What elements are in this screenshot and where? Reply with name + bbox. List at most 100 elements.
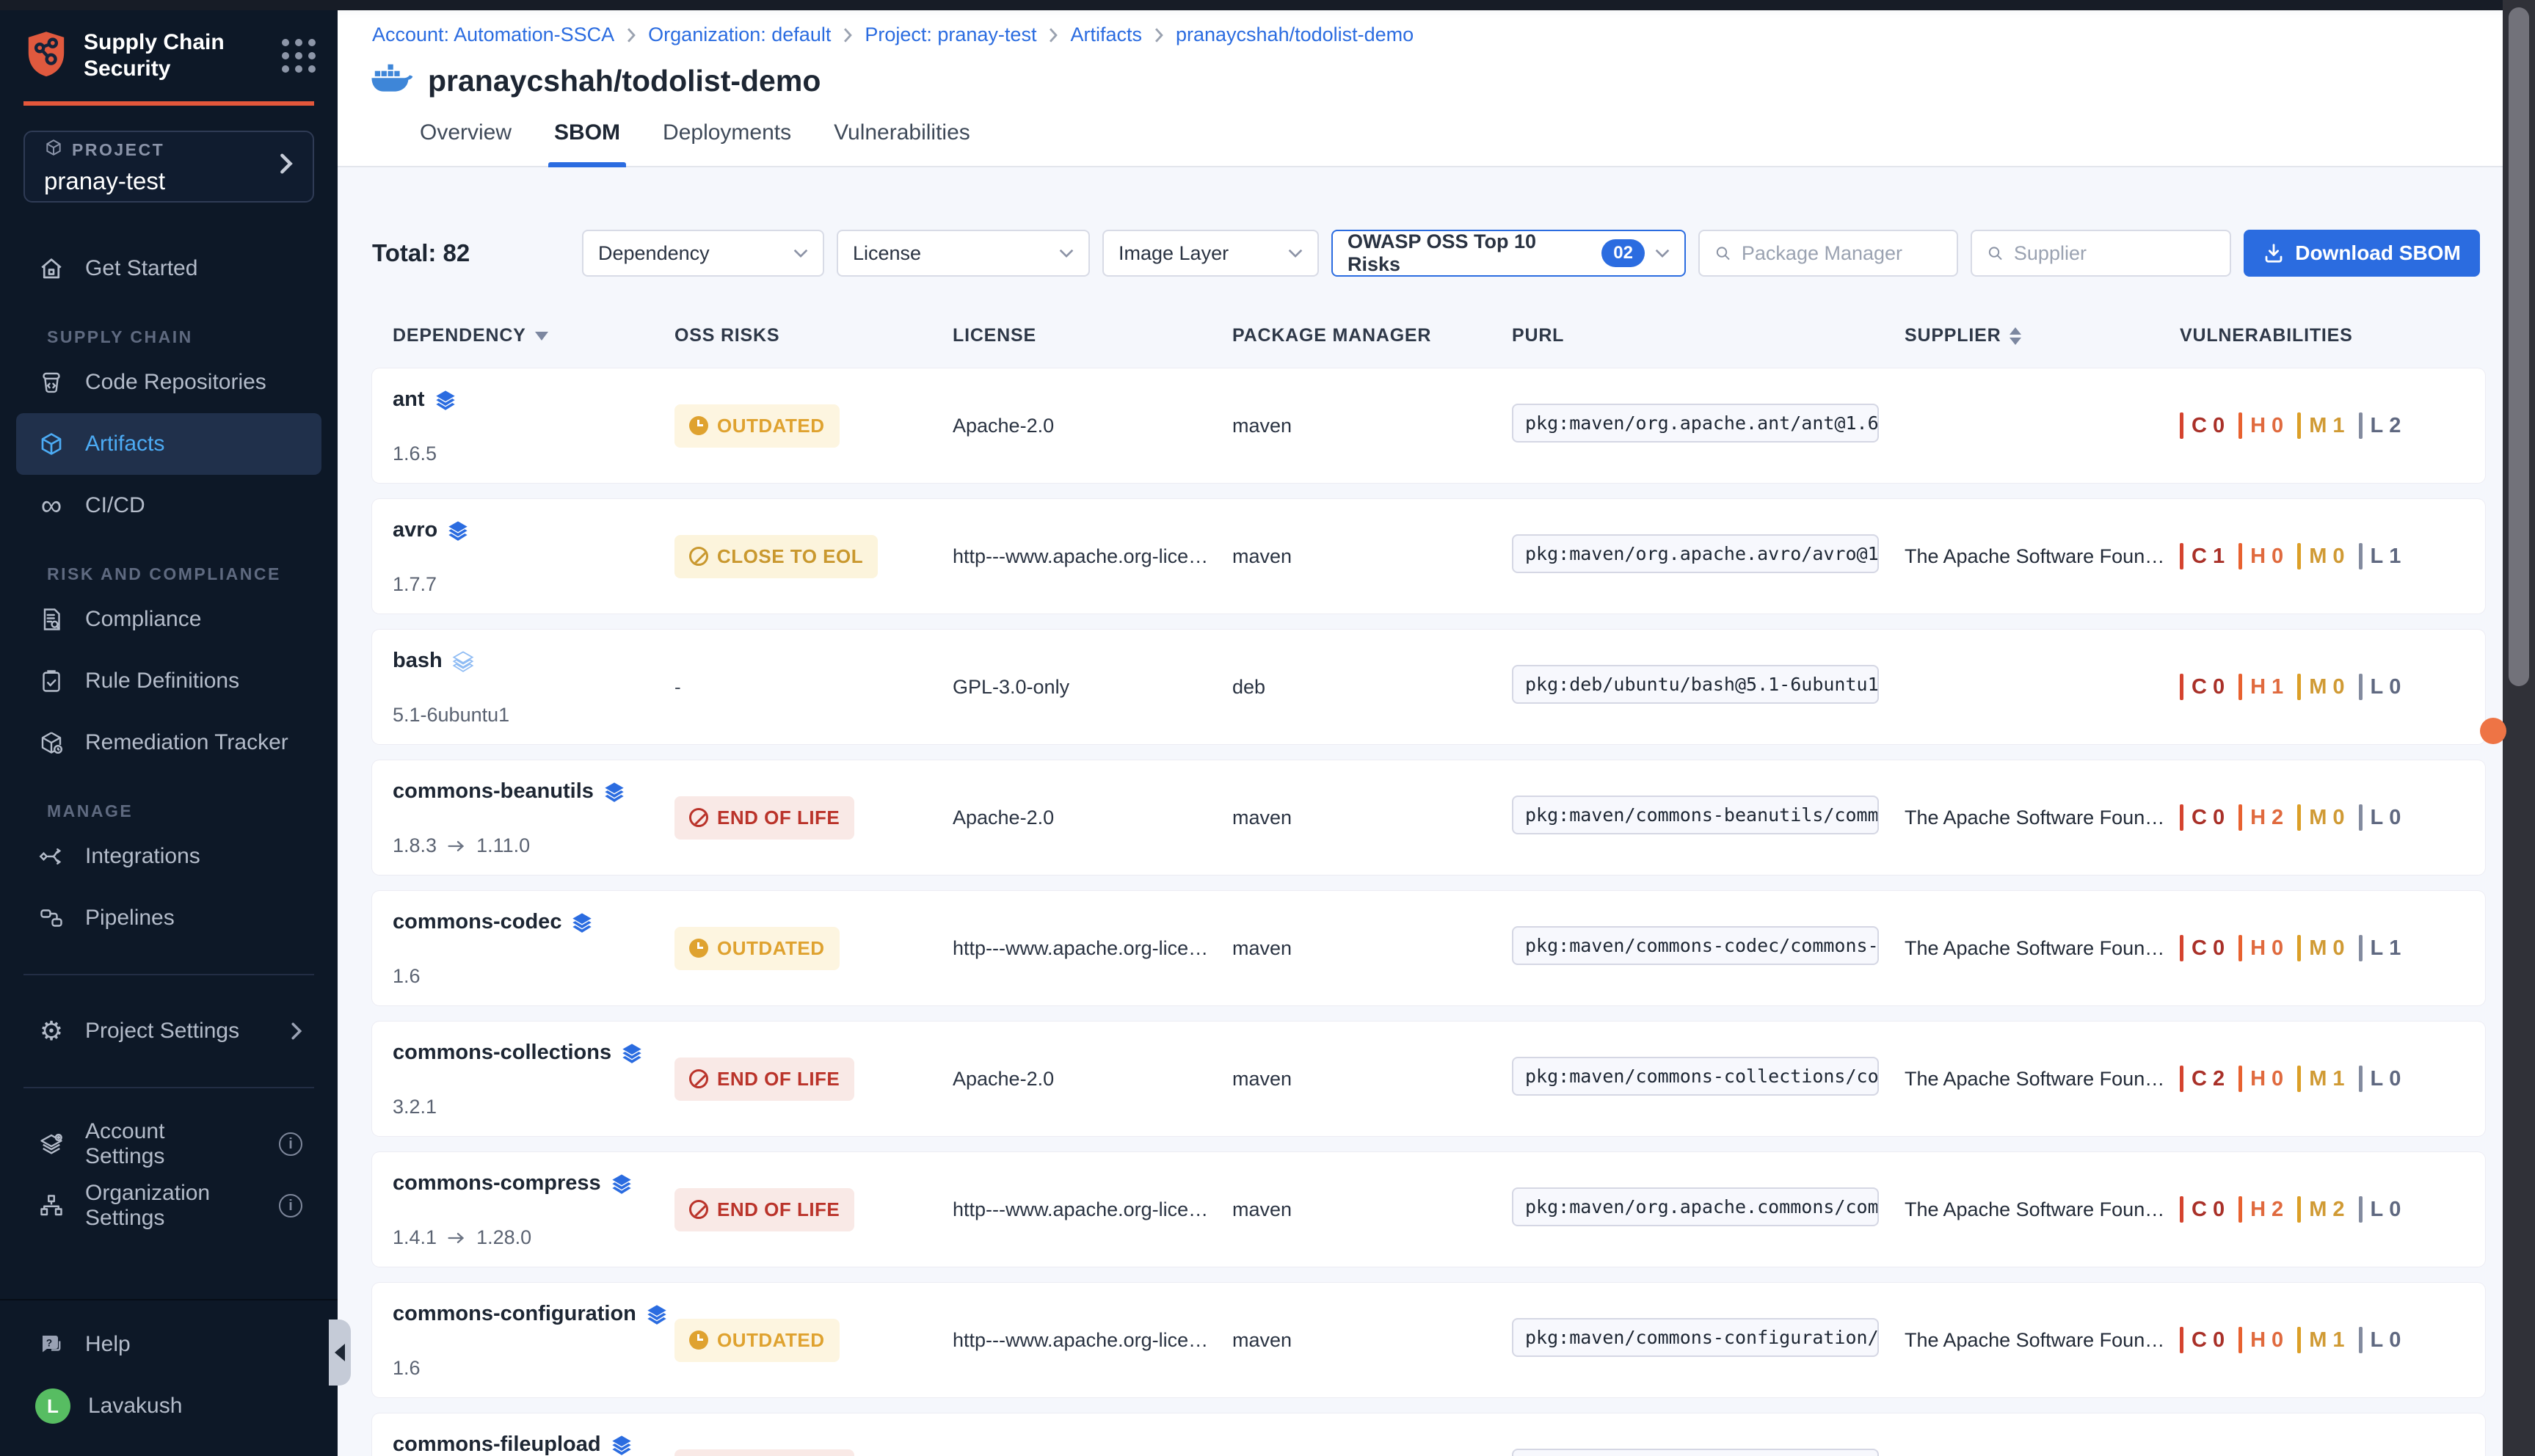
sidebar-item-remediation-tracker[interactable]: Remediation Tracker <box>16 712 321 774</box>
severity-high: H0 <box>2238 1066 2284 1092</box>
purl-chip[interactable]: pkg:maven/commons-collections/co… <box>1512 1057 1879 1096</box>
dependency-name: commons-collections <box>393 1041 611 1065</box>
dependency-version: 1.6.5 <box>393 443 437 465</box>
tab-sbom[interactable]: SBOM <box>554 116 620 166</box>
severity-medium: M0 <box>2297 674 2345 700</box>
sidebar-item-help[interactable]: ? Help <box>16 1314 321 1375</box>
severity-critical: C0 <box>2180 804 2225 831</box>
purl-cell: pkg:maven/commons-collections/co… <box>1512 1057 1905 1101</box>
sidebar-item-compliance[interactable]: Compliance <box>16 589 321 650</box>
sidebar-item-label: Integrations <box>85 844 200 869</box>
version-current: 1.6 <box>393 1357 421 1380</box>
annotation-marker-dot[interactable] <box>2480 718 2506 744</box>
breadcrumb-account[interactable]: Account: Automation-SSCA <box>372 23 614 46</box>
package-manager-input[interactable] <box>1742 242 1942 265</box>
sidebar-item-code-repositories[interactable]: Code Repositories <box>16 352 321 413</box>
dependency-version: 1.6 <box>393 965 421 988</box>
help-chat-icon: ? <box>35 1331 68 1358</box>
sidebar-item-account-settings[interactable]: Account Settings <box>16 1113 321 1175</box>
supplier-search[interactable] <box>1971 230 2231 277</box>
chevron-right-icon <box>291 1022 302 1041</box>
purl-chip[interactable]: pkg:maven/org.apache.ant/ant@1.6… <box>1512 404 1879 443</box>
purl-chip[interactable]: pkg:maven/commons-beanutils/comm… <box>1512 796 1879 834</box>
purl-chip[interactable]: pkg:maven/org.apache.commons/com… <box>1512 1187 1879 1226</box>
license-cell: GPL-3.0-only <box>953 676 1232 699</box>
table-row[interactable]: ant 1.6.5 O <box>372 368 2485 483</box>
breadcrumb-organization[interactable]: Organization: default <box>648 23 831 46</box>
severity-critical: C0 <box>2180 412 2225 439</box>
breadcrumb-project[interactable]: Project: pranay-test <box>865 23 1036 46</box>
dependency-version: 3.2.1 <box>393 1096 437 1118</box>
purl-chip[interactable]: pkg:deb/ubuntu/bash@5.1-6ubuntu1 <box>1512 665 1879 704</box>
dependency-name: commons-configuration <box>393 1302 636 1326</box>
purl-chip[interactable]: pkg:maven/commons-codec/commons-… <box>1512 926 1879 965</box>
dependency-filter-dropdown[interactable]: Dependency <box>582 230 824 277</box>
column-dependency[interactable]: DEPENDENCY <box>393 325 674 346</box>
license-filter-dropdown[interactable]: License <box>837 230 1090 277</box>
column-label: OSS RISKS <box>674 325 779 346</box>
tab-vulnerabilities[interactable]: Vulnerabilities <box>834 116 970 166</box>
table-row[interactable]: commons-beanutils 1.8.3 1.11.0 <box>372 760 2485 875</box>
severity-low: L0 <box>2359 804 2402 831</box>
scrollbar-track[interactable] <box>2503 0 2535 1456</box>
sidebar-item-cicd[interactable]: ∞ CI/CD <box>16 475 321 536</box>
sidebar-item-get-started[interactable]: Get Started <box>16 238 321 299</box>
purl-cell: pkg:maven/commons-beanutils/comm… <box>1512 796 1905 840</box>
purl-chip[interactable]: pkg:maven/org.apache.avro/avro@1… <box>1512 534 1879 573</box>
document-search-icon <box>35 606 68 633</box>
scrollbar-thumb[interactable] <box>2509 7 2529 686</box>
severity-high: H0 <box>2238 543 2284 569</box>
app-switcher-icon[interactable] <box>282 39 316 73</box>
project-selector[interactable]: PROJECT pranay-test <box>23 131 314 203</box>
purl-chip[interactable]: pkg:maven/commons-configuration/… <box>1512 1318 1879 1357</box>
table-row[interactable]: commons-codec 1.6 <box>372 891 2485 1005</box>
purl-chip[interactable]: pkg:maven/commons-fileupload/comm… <box>1512 1449 1879 1456</box>
oss-risk-badge: END OF LIFE <box>674 1058 854 1101</box>
vulnerability-counts: C0H2M2L0 <box>2180 1196 2465 1223</box>
download-label: Download SBOM <box>2295 241 2461 265</box>
download-sbom-button[interactable]: Download SBOM <box>2244 230 2480 277</box>
sidebar-item-pipelines[interactable]: Pipelines <box>16 887 321 949</box>
sidebar-collapse-handle[interactable] <box>329 1320 351 1386</box>
owasp-risks-filter-dropdown[interactable]: OWASP OSS Top 10 Risks 02 <box>1331 230 1686 277</box>
code-repo-icon <box>35 369 68 396</box>
column-supplier[interactable]: SUPPLIER <box>1905 325 2180 346</box>
chevron-separator-icon <box>1154 27 1164 43</box>
image-layer-filter-dropdown[interactable]: Image Layer <box>1102 230 1319 277</box>
breadcrumb-current[interactable]: pranaycshah/todolist-demo <box>1176 23 1414 46</box>
supplier-input[interactable] <box>2014 242 2215 265</box>
tab-bar: Overview SBOM Deployments Vulnerabilitie… <box>338 116 2535 167</box>
table-row[interactable]: avro 1.7.7 <box>372 499 2485 614</box>
column-label: SUPPLIER <box>1905 325 2001 346</box>
sidebar-item-integrations[interactable]: Integrations <box>16 826 321 887</box>
oss-risk-cell: END OF LIFE <box>674 1058 953 1101</box>
package-manager-search[interactable] <box>1698 230 1958 277</box>
breadcrumb-artifacts[interactable]: Artifacts <box>1070 23 1142 46</box>
column-label: LICENSE <box>953 325 1036 346</box>
dropdown-label: License <box>853 242 1059 265</box>
tab-overview[interactable]: Overview <box>420 116 512 166</box>
oss-risk-cell: END OF LIFE <box>674 1449 953 1456</box>
sidebar-item-rule-definitions[interactable]: Rule Definitions <box>16 650 321 712</box>
info-icon[interactable] <box>279 1132 302 1156</box>
tab-deployments[interactable]: Deployments <box>663 116 791 166</box>
sidebar-item-project-settings[interactable]: ⚙ Project Settings <box>16 1000 321 1062</box>
table-row[interactable]: commons-configuration 1.6 <box>372 1283 2485 1397</box>
chevron-down-icon <box>1288 248 1303 258</box>
sidebar-item-artifacts[interactable]: Artifacts <box>16 413 321 475</box>
oss-risk-cell: OUTDATED <box>674 927 953 970</box>
table-row[interactable]: commons-fileupload <box>372 1413 2485 1456</box>
severity-high: H0 <box>2238 412 2284 439</box>
app-window: Supply Chain Security PROJECT pranay-tes… <box>0 0 2535 1456</box>
table-row[interactable]: commons-compress 1.4.1 1.28.0 <box>372 1152 2485 1267</box>
table-row[interactable]: bash 5.1-6ubuntu1 <box>372 630 2485 744</box>
sidebar-item-organization-settings[interactable]: Organization Settings <box>16 1175 321 1237</box>
sidebar-item-label: Code Repositories <box>85 370 266 395</box>
layers-icon <box>451 649 475 673</box>
supplier-cell: The Apache Software Foun… <box>1905 1329 2180 1352</box>
table-row[interactable]: commons-collections 3.2.1 <box>372 1022 2485 1136</box>
info-icon[interactable] <box>279 1194 302 1217</box>
user-menu[interactable]: L Lavakush <box>16 1375 321 1437</box>
app-title: Supply Chain Security <box>84 29 266 82</box>
sidebar-nav: Get Started SUPPLY CHAIN Code Repositori… <box>0 238 338 1237</box>
